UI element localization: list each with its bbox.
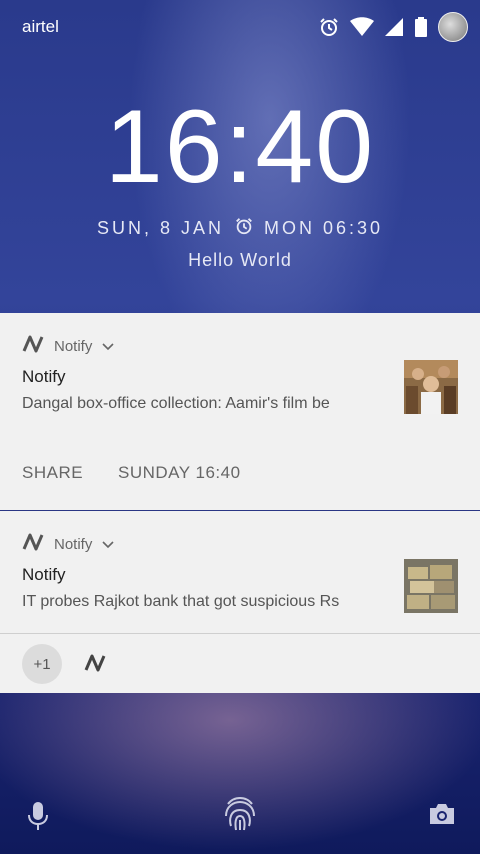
lockscreen-clock: 16:40 — [104, 89, 376, 205]
alarm-icon — [318, 16, 340, 38]
chevron-down-icon[interactable] — [102, 536, 114, 553]
battery-icon — [414, 16, 428, 38]
bottom-shortcuts — [0, 790, 480, 844]
notification-text: Dangal box-office collection: Aamir's fi… — [22, 395, 330, 412]
notification-text: IT probes Rajkot bank that got suspiciou… — [22, 593, 340, 610]
app-name: Notify — [54, 337, 93, 355]
notification-header: Notify — [22, 533, 114, 555]
notification-card[interactable]: Notify Notify Dangal box-office collecti… — [0, 313, 480, 510]
notification-card[interactable]: Notify Notify IT probes Rajkot bank that… — [0, 511, 480, 693]
notify-app-icon — [22, 533, 44, 555]
timestamp-action[interactable]: SUNDAY 16:40 — [118, 463, 241, 483]
date-alarm-line: SUN, 8 JAN MON 06:30 — [0, 216, 480, 241]
mic-icon[interactable] — [26, 800, 50, 837]
notification-title: Notify — [22, 565, 66, 584]
alarm-label: MON 06:30 — [263, 218, 384, 238]
app-name: Notify — [54, 535, 93, 553]
chevron-down-icon[interactable] — [102, 338, 114, 355]
camera-icon[interactable] — [428, 802, 456, 831]
share-action[interactable]: SHARE — [22, 463, 83, 483]
status-bar: airtel — [0, 0, 480, 52]
next-alarm-icon — [234, 216, 254, 241]
date-label: SUN, 8 JAN — [96, 218, 224, 238]
signal-icon — [384, 17, 404, 37]
notification-thumbnail — [404, 559, 458, 613]
notify-app-icon — [22, 335, 44, 357]
notification-title: Notify — [22, 367, 66, 386]
more-count-badge[interactable]: +1 — [22, 644, 62, 684]
owner-message: Hello World — [188, 250, 292, 270]
user-avatar[interactable] — [438, 12, 468, 42]
notify-app-icon — [84, 654, 106, 677]
wifi-icon — [350, 17, 374, 37]
overflow-row[interactable]: +1 — [0, 634, 480, 693]
notification-thumbnail — [404, 360, 458, 414]
notification-header: Notify — [22, 335, 114, 357]
fingerprint-icon[interactable] — [222, 794, 258, 839]
carrier-label: airtel — [22, 17, 59, 36]
